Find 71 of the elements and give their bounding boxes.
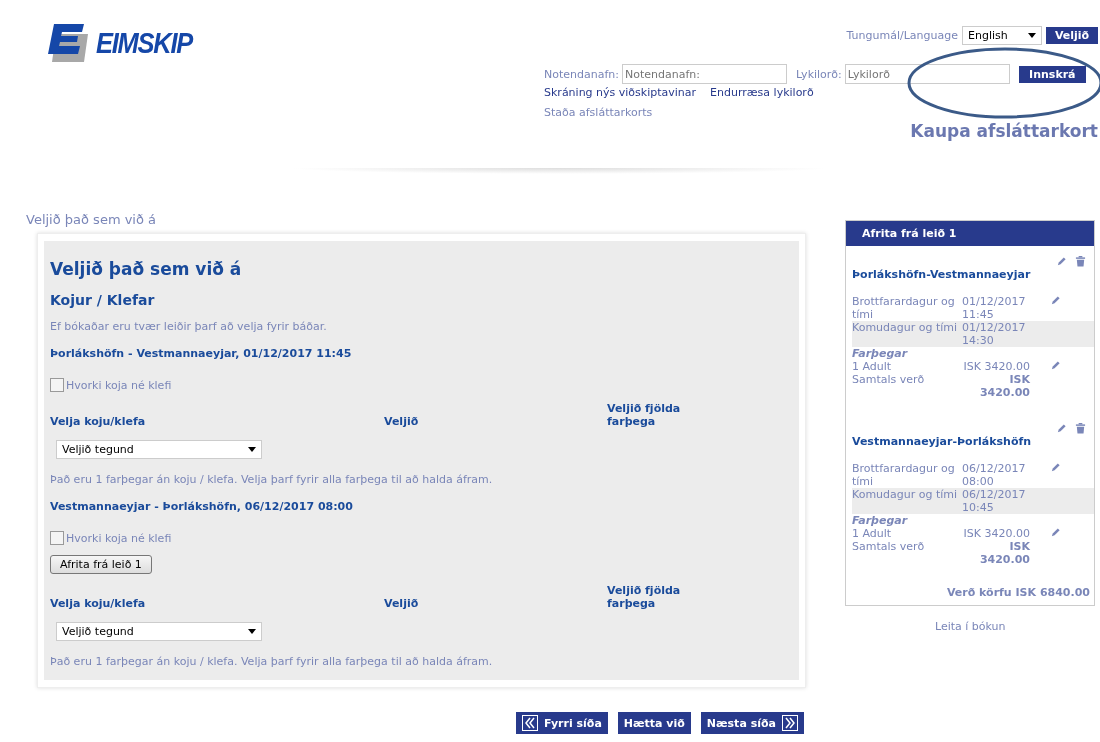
column-heading: Velja koju/klefa bbox=[50, 597, 147, 610]
cancel-button[interactable]: Hætta við bbox=[617, 712, 691, 734]
password-field[interactable]: Lykilorð bbox=[844, 64, 1010, 84]
previous-page-button[interactable]: Fyrri síða bbox=[516, 712, 608, 734]
breadcrumb: Veljið það sem við á bbox=[26, 212, 158, 227]
basket-total: Verð körfu ISK 6840.00 bbox=[945, 586, 1090, 599]
type-select[interactable]: Veljið tegund bbox=[56, 622, 262, 641]
double-chevron-right-icon bbox=[781, 715, 798, 731]
row-label: Brottfarardagur og tími bbox=[852, 462, 956, 488]
total-label: Samtals verð bbox=[852, 373, 926, 388]
pencil-icon[interactable] bbox=[1050, 527, 1061, 538]
login-button[interactable]: Innskrá bbox=[1018, 65, 1086, 83]
passenger-label: 1 Adult bbox=[852, 527, 893, 540]
total-label: Samtals verð bbox=[852, 540, 926, 555]
pencil-icon[interactable] bbox=[1050, 295, 1061, 306]
buy-card-link[interactable]: Kaupa afsláttarkort bbox=[910, 121, 1100, 141]
header-link[interactable]: Skráning nýs viðskiptavinar bbox=[544, 86, 697, 99]
column-heading: Veljið bbox=[384, 415, 420, 428]
row-value: 06/12/2017 08:00 bbox=[962, 462, 1027, 488]
form-subtitle: Kojur / Klefar bbox=[50, 292, 156, 308]
passenger-price: ISK 3420.00 bbox=[962, 527, 1030, 540]
leg-title: Þorlákshöfn-Vestmannaeyjar bbox=[852, 268, 1031, 281]
pencil-icon[interactable] bbox=[1050, 462, 1061, 473]
row-value: 01/12/2017 14:30 bbox=[962, 321, 1027, 347]
column-heading: Veljið bbox=[384, 597, 420, 610]
form-title: Veljið það sem við á bbox=[50, 259, 243, 279]
logo-text: EIMSKIP bbox=[96, 26, 192, 60]
checkbox[interactable] bbox=[50, 531, 64, 545]
next-page-button[interactable]: Næsta síða bbox=[700, 712, 804, 734]
row-label: Komudagur og tími bbox=[852, 488, 959, 503]
passengers-heading: Farþegar bbox=[852, 347, 909, 360]
search-booking-link[interactable]: Leita í bókun bbox=[935, 620, 1095, 633]
language-label: Tungumál/Language bbox=[846, 29, 958, 42]
leg-title: Vestmannaeyjar-Þorlákshöfn bbox=[852, 435, 1032, 448]
total-price: ISK 3420.00 bbox=[978, 540, 1030, 566]
passengers-heading: Farþegar bbox=[852, 514, 909, 527]
column-heading: Veljið fjölda farþega bbox=[607, 402, 682, 428]
form-note: Ef bókaðar eru tvær leiðir þarf að velja fyrir báðar. bbox=[50, 320, 328, 333]
row-label: Brottfarardagur og tími bbox=[852, 295, 956, 321]
language-select[interactable]: English bbox=[962, 26, 1042, 45]
pencil-icon[interactable] bbox=[1056, 256, 1067, 267]
checkbox-label: Hvorki koja né klefi bbox=[66, 378, 172, 392]
pencil-icon[interactable] bbox=[1050, 360, 1061, 371]
passenger-price: ISK 3420.00 bbox=[962, 360, 1030, 373]
row-value: 01/12/2017 11:45 bbox=[962, 295, 1027, 321]
checkbox-label: Hvorki koja né klefi bbox=[66, 531, 172, 545]
header-link[interactable]: Endurræsa lykilorð bbox=[710, 86, 814, 99]
checkbox[interactable] bbox=[50, 378, 64, 392]
warning-text: Það eru 1 farþegar án koju / klefa. Velja þarf fyrir alla farþega til að halda áfram. bbox=[50, 473, 494, 486]
warning-text: Það eru 1 farþegar án koju / klefa. Velja þarf fyrir alla farþega til að halda áfram. bbox=[50, 655, 494, 668]
basket-header: Afrita frá leið 1 bbox=[846, 221, 1094, 246]
card-status-link[interactable]: Staða afsláttarkorts bbox=[544, 106, 653, 119]
type-select[interactable]: Veljið tegund bbox=[56, 440, 262, 459]
row-label: Komudagur og tími bbox=[852, 321, 959, 336]
leg-heading: Þorlákshöfn - Vestmannaeyjar, 01/12/2017 11:45 bbox=[50, 347, 353, 360]
row-value: 06/12/2017 10:45 bbox=[962, 488, 1027, 514]
copy-button[interactable]: Afrita frá leið 1 bbox=[50, 555, 152, 574]
trash-icon[interactable] bbox=[1075, 423, 1086, 434]
username-label: Notendanafn: bbox=[544, 67, 619, 81]
passenger-label: 1 Adult bbox=[852, 360, 893, 373]
pencil-icon[interactable] bbox=[1056, 423, 1067, 434]
column-heading: Velja koju/klefa bbox=[50, 415, 147, 428]
password-label: Lykilorð: bbox=[796, 67, 842, 81]
choose-button[interactable]: Veljið bbox=[1046, 27, 1098, 44]
column-heading: Veljið fjölda farþega bbox=[607, 584, 682, 610]
username-field[interactable]: Notendanafn: bbox=[622, 64, 787, 84]
trash-icon[interactable] bbox=[1075, 256, 1086, 267]
double-chevron-left-icon bbox=[522, 715, 538, 731]
total-price: ISK 3420.00 bbox=[978, 373, 1030, 399]
logo-icon bbox=[48, 24, 90, 62]
leg-heading: Vestmannaeyjar - Þorlákshöfn, 06/12/2017 08:00 bbox=[50, 500, 354, 513]
